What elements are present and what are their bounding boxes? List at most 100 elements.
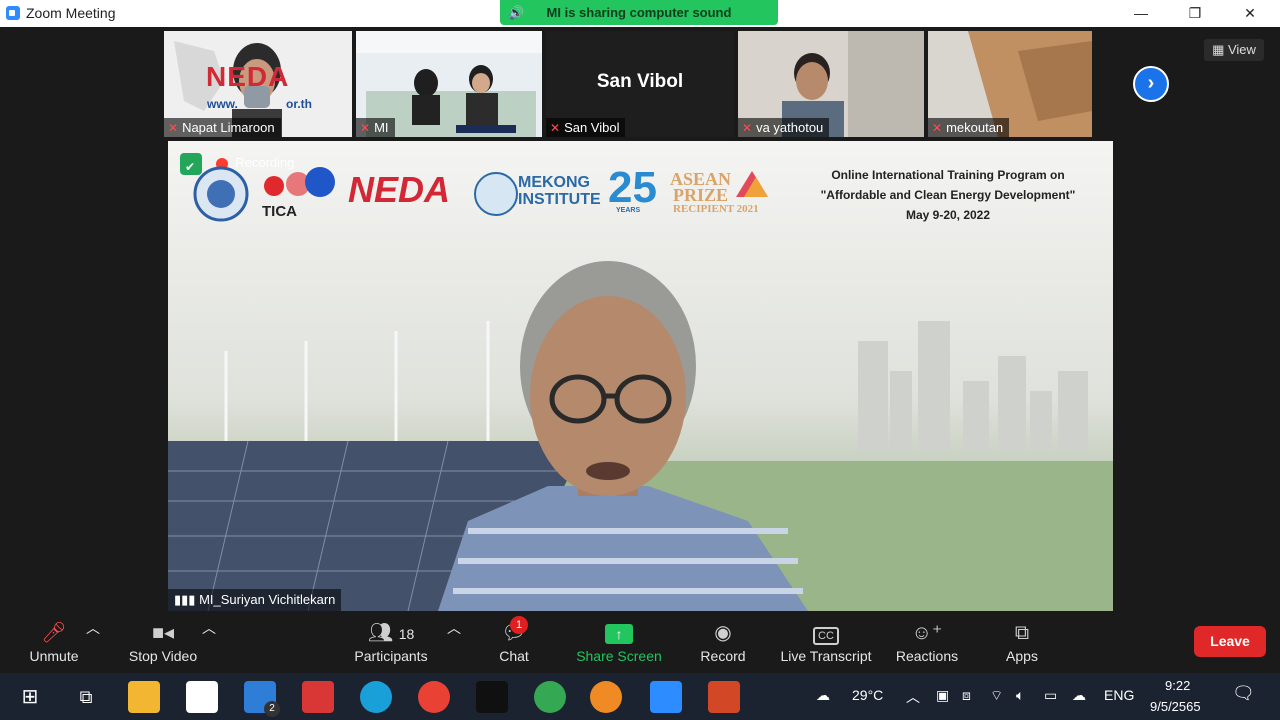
wifi-icon[interactable]: ⌔ [990, 687, 1003, 705]
mekong-logo-line2: INSTITUTE [518, 191, 601, 208]
participant-name-label: ✕ Napat Limaroon [164, 118, 281, 137]
participant-tile[interactable]: NEDA www. or.th ✕ Napat Limaroon [164, 31, 352, 137]
chat-unread-badge: 1 [510, 616, 528, 634]
apps-icon: ⧉ [1014, 622, 1030, 644]
website-url-left: www. [207, 97, 238, 111]
muted-mic-icon: ✕ [168, 121, 179, 135]
onedrive-icon[interactable]: ☁ [1072, 687, 1086, 704]
participant-name-label: ✕ MI [356, 118, 395, 137]
government-seal-icon [193, 166, 249, 222]
participant-center-name: San Vibol [596, 71, 684, 92]
muted-mic-icon: ✕ [932, 121, 943, 135]
gift-app-icon[interactable] [302, 681, 334, 713]
stop-video-button[interactable]: ■◂ Stop Video [124, 618, 202, 664]
chat-button[interactable]: 💬︎ 1 Chat [494, 616, 534, 664]
chrome-profile-icon[interactable] [534, 681, 566, 713]
tray-expand-icon[interactable]: ︿ [906, 687, 920, 707]
audio-options-caret-icon[interactable]: ︿ [86, 618, 100, 638]
mekong-logo-line1: MEKONG [518, 174, 590, 191]
view-button[interactable]: ▦ View [1204, 39, 1264, 61]
meeting-toolbar: 🎤︎ Unmute ︿ ■◂ Stop Video ︿ 👥︎ 18 Partic… [0, 613, 1280, 673]
unmute-button[interactable]: 🎤︎ Unmute [22, 618, 86, 664]
video-camera-icon: ■◂ [151, 622, 175, 644]
neda-logo: NEDA [206, 61, 290, 92]
apps-button[interactable]: ⧉ Apps [1000, 618, 1044, 664]
zoom-taskbar-icon[interactable] [650, 681, 682, 713]
muted-mic-icon: ✕ [742, 121, 753, 135]
active-speaker-video: Recording TICA NEDA MEKONG INSTITUTE 25 … [168, 141, 1113, 611]
mail-badge: 2 [264, 701, 280, 717]
banner-line-2: "Affordable and Clean Energy Development… [820, 188, 1076, 202]
notifications-icon[interactable]: 🗨︎ [1232, 683, 1255, 704]
weather-temp[interactable]: 29°C [852, 687, 883, 703]
tica-logo-icon [264, 167, 335, 197]
tica-logo-text: TICA [262, 203, 297, 220]
next-page-button[interactable]: › [1133, 66, 1169, 102]
chrome-icon[interactable] [418, 681, 450, 713]
sharing-sound-banner[interactable]: 🔊 MI is sharing computer sound [500, 0, 778, 25]
participant-name-label: ✕ mekoutan [928, 118, 1010, 137]
muted-mic-icon: ✕ [550, 121, 561, 135]
input-language[interactable]: ENG [1104, 687, 1134, 703]
powerpoint-icon[interactable] [708, 681, 740, 713]
sharing-sound-text: MI is sharing computer sound [546, 5, 732, 20]
website-url-right: or.th [286, 97, 312, 111]
participants-icon: 👥︎ 18 [367, 622, 415, 644]
clock-time[interactable]: 9:22 [1165, 678, 1190, 693]
maximize-button[interactable]: ❐ [1172, 0, 1218, 27]
participant-tile[interactable]: ✕ va yathotou [738, 31, 924, 137]
muted-mic-icon: ✕ [360, 121, 371, 135]
leave-button[interactable]: Leave [1194, 626, 1266, 657]
window-title: Zoom Meeting [26, 5, 116, 21]
windows-start-icon[interactable]: ⊞ [14, 681, 46, 713]
file-explorer-icon[interactable] [128, 681, 160, 713]
participant-name-label: ✕ San Vibol [546, 118, 626, 137]
years-logo-number: 25 [608, 163, 657, 212]
neda-logo-text: NEDA [348, 169, 451, 210]
record-button[interactable]: ◉ Record [698, 618, 748, 664]
battery-icon[interactable]: ▭ [1044, 687, 1057, 704]
asean-logo-line3: RECIPIENT 2021 [673, 203, 759, 215]
meet-now-icon[interactable]: ▣ [936, 687, 949, 704]
banner-line-3: May 9-20, 2022 [905, 208, 991, 222]
speaker-name-label: ▮▮▮ MI_Suriyan Vichitlekarn [168, 589, 342, 611]
volume-icon[interactable]: 🔈︎ [1016, 687, 1024, 704]
task-view-icon[interactable]: ⧉ [70, 681, 102, 713]
zoom-logo-icon [6, 6, 20, 20]
minimize-button[interactable]: — [1118, 0, 1164, 27]
closed-caption-icon: CC [776, 618, 876, 648]
device-icon[interactable]: ⧈ [962, 687, 971, 704]
webex-icon[interactable] [476, 681, 508, 713]
participant-tile[interactable]: ✕ MI [356, 31, 542, 137]
signal-bars-icon: ▮▮▮ [174, 592, 196, 607]
participant-name-label: ✕ va yathotou [738, 118, 830, 137]
video-stage: NEDA www. or.th ✕ Napat Limaroon ✕ MI San … [0, 27, 1280, 613]
record-icon: ◉ [714, 622, 732, 644]
speaker-icon: 🔊 [508, 5, 525, 20]
clock-date[interactable]: 9/5/2565 [1150, 699, 1201, 714]
screen-recorder-icon[interactable] [590, 681, 622, 713]
weather-cloud-icon[interactable]: ☁ [816, 687, 830, 704]
live-transcript-button[interactable]: CC Live Transcript [776, 618, 876, 664]
asean-prize-icon [736, 171, 768, 197]
participant-tile[interactable]: ✕ mekoutan [928, 31, 1092, 137]
participants-options-caret-icon[interactable]: ︿ [447, 618, 461, 638]
participant-tile[interactable]: San Vibol ✕ San Vibol [546, 31, 734, 137]
muted-microphone-icon: 🎤︎ [41, 622, 67, 644]
share-screen-button[interactable]: ↑ Share Screen [574, 618, 664, 664]
grid-icon: ▦ [1212, 42, 1225, 57]
banner-line-1: Online International Training Program on [831, 168, 1065, 182]
edge-browser-icon[interactable] [360, 681, 392, 713]
reactions-button[interactable]: ☺⁺ Reactions [894, 618, 960, 664]
training-program-banner: Online International Training Program on… [798, 165, 1098, 225]
windows-taskbar: ⊞ ⧉ 2 ☁ 29°C ︿ ▣ ⧈ ⌔ 🔈︎ ▭ ☁ ENG 9:22 9/5… [0, 673, 1280, 720]
video-options-caret-icon[interactable]: ︿ [202, 618, 216, 638]
smiley-plus-icon: ☺⁺ [911, 622, 943, 644]
share-screen-icon: ↑ [574, 618, 664, 648]
years-logo-sub: YEARS [616, 207, 641, 214]
close-button[interactable]: ✕ [1227, 0, 1273, 27]
mekong-logo-icon [474, 172, 518, 216]
microsoft-store-icon[interactable] [186, 681, 218, 713]
participants-button[interactable]: 👥︎ 18 Participants [350, 618, 432, 664]
mail-icon[interactable]: 2 [244, 681, 280, 717]
